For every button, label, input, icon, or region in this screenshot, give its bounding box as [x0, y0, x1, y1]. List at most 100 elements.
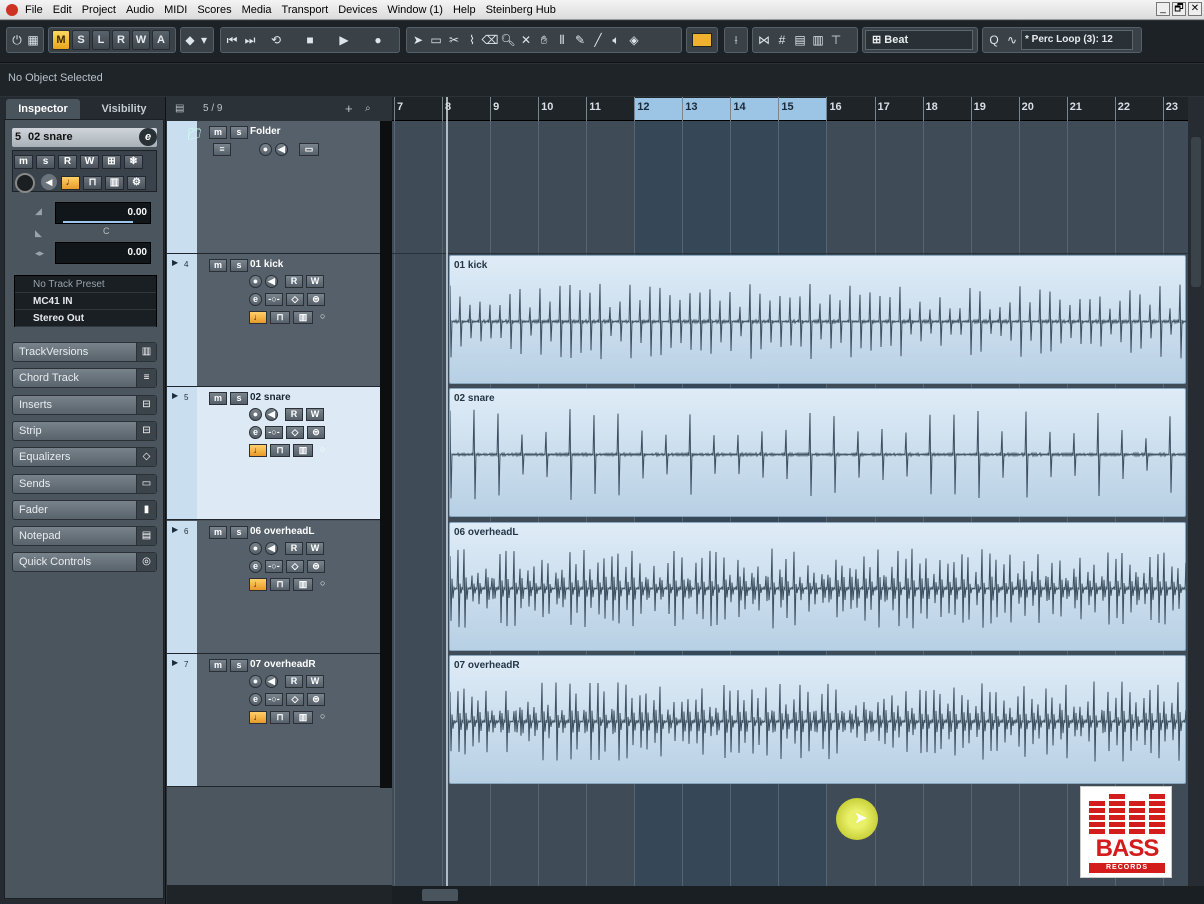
lock-icon[interactable]: ⊓: [83, 176, 102, 190]
track-read-button[interactable]: R: [285, 675, 303, 688]
track-mute-button[interactable]: m: [209, 659, 227, 672]
go-to-start-icon[interactable]: ⏮: [223, 30, 241, 50]
inspector-section-chord-track[interactable]: Chord Track ≡: [12, 368, 157, 389]
track-write-button[interactable]: W: [306, 542, 324, 555]
global-mute-button[interactable]: M: [52, 30, 70, 50]
automation-mode-icon[interactable]: ◆: [183, 30, 197, 50]
inspector-section-equalizers[interactable]: Equalizers ◇: [12, 447, 157, 468]
erase-tool-icon[interactable]: ⌫: [481, 30, 499, 50]
folder-track[interactable]: 📁︎ m s Folder ≡ ● ◀ ▭: [167, 121, 380, 254]
track-solo-button[interactable]: s: [230, 659, 248, 672]
global-a-button[interactable]: A: [152, 30, 170, 50]
menu-item-media[interactable]: Media: [237, 0, 277, 20]
menu-item-transport[interactable]: Transport: [277, 0, 334, 20]
monitor-icon[interactable]: ◀: [265, 275, 278, 288]
edit-channel-icon[interactable]: e: [249, 693, 262, 706]
edit-channel-icon[interactable]: e: [249, 426, 262, 439]
record-enable-icon[interactable]: ●: [249, 542, 262, 555]
minimize-button[interactable]: _: [1156, 2, 1170, 16]
play-icon[interactable]: ▶: [327, 30, 361, 50]
monitor-icon[interactable]: ◀: [265, 408, 278, 421]
send-bypass-icon[interactable]: ⊜: [307, 693, 325, 706]
track-solo-button[interactable]: s: [230, 126, 248, 139]
global-listen-button[interactable]: L: [92, 30, 110, 50]
track-mute-button[interactable]: m: [209, 526, 227, 539]
eq-bypass-icon[interactable]: ◇: [286, 560, 304, 573]
send-bypass-icon[interactable]: ⊜: [307, 560, 325, 573]
horizontal-scroll-thumb[interactable]: [422, 889, 458, 901]
audio-event[interactable]: 06 overheadL: [449, 522, 1187, 651]
record-enable-icon[interactable]: ●: [259, 143, 272, 156]
snap-grid-icon[interactable]: #: [773, 30, 791, 50]
inspector-track-name[interactable]: 5 02 snare: [12, 128, 157, 147]
track-name[interactable]: 02 snare: [250, 392, 291, 403]
menu-item-file[interactable]: File: [20, 0, 48, 20]
lane-display-icon[interactable]: ▥: [293, 578, 313, 591]
track-color-swatch[interactable]: [692, 33, 712, 47]
lane-display-icon[interactable]: ▥: [293, 311, 313, 324]
global-write-button[interactable]: W: [132, 30, 150, 50]
edit-channel-icon[interactable]: e: [249, 560, 262, 573]
track-solo-button[interactable]: s: [230, 259, 248, 272]
project-cursor[interactable]: [446, 97, 448, 886]
cycle-icon[interactable]: ⟲: [259, 30, 293, 50]
edit-channel-icon[interactable]: e: [139, 128, 157, 146]
track-write-button[interactable]: W: [306, 275, 324, 288]
track-solo-button[interactable]: s: [230, 526, 248, 539]
audio-event[interactable]: 02 snare: [449, 388, 1187, 517]
timebase-icon[interactable]: ♩: [249, 311, 267, 324]
timebase-icon[interactable]: ♩: [249, 578, 267, 591]
lane-display-icon[interactable]: ▥: [105, 176, 124, 190]
section-toggle-icon[interactable]: ⊟: [136, 395, 156, 414]
inspector-section-trackversions[interactable]: TrackVersions ▥: [12, 342, 157, 362]
track-mute-button[interactable]: m: [209, 126, 227, 139]
global-read-button[interactable]: R: [112, 30, 130, 50]
inspector-lanes-icon[interactable]: ⊞: [102, 155, 121, 169]
inspector-read-button[interactable]: R: [58, 155, 77, 169]
grid-type-dropdown[interactable]: ⊞ Beat: [865, 30, 973, 50]
track-color-strip[interactable]: [167, 521, 197, 653]
audio-track[interactable]: ▶ 7 m s 07 overheadR ● ◀ R We -○- ◇ ⊜ ♩ ⊓ ▥ ○: [167, 654, 380, 787]
inspector-section-quick-controls[interactable]: Quick Controls ◎: [12, 552, 157, 573]
iterative-quantize-icon[interactable]: ∿: [1003, 30, 1021, 50]
snap-mode-icon[interactable]: ⋈: [755, 30, 773, 50]
inspector-mute-button[interactable]: m: [14, 155, 33, 169]
track-name[interactable]: 01 kick: [250, 259, 283, 270]
vertical-scroll-thumb[interactable]: [1191, 137, 1201, 287]
track-read-button[interactable]: R: [285, 408, 303, 421]
audio-event[interactable]: 07 overheadR: [449, 655, 1187, 784]
menu-item-edit[interactable]: Edit: [48, 0, 77, 20]
section-toggle-icon[interactable]: ⊟: [136, 421, 156, 440]
track-solo-button[interactable]: s: [230, 392, 248, 405]
track-color-strip[interactable]: [167, 654, 197, 786]
range-selection-tool-icon[interactable]: ▭: [427, 30, 445, 50]
auto-scroll-icon[interactable]: ⟊: [727, 30, 745, 50]
track-name[interactable]: 07 overheadR: [250, 659, 316, 670]
close-button[interactable]: ✕: [1188, 2, 1202, 16]
menu-item-project[interactable]: Project: [77, 0, 121, 20]
snap-events-icon[interactable]: ▤: [791, 30, 809, 50]
output-routing[interactable]: Stereo Out: [15, 310, 156, 327]
expand-track-icon[interactable]: ▶: [172, 258, 178, 267]
insert-bypass-icon[interactable]: -○-: [265, 293, 283, 306]
track-mute-button[interactable]: m: [209, 392, 227, 405]
track-read-button[interactable]: R: [285, 275, 303, 288]
track-read-button[interactable]: R: [285, 542, 303, 555]
hand-tool-icon[interactable]: ✋︎: [535, 30, 553, 50]
inspector-section-sends[interactable]: Sends ▭: [12, 473, 157, 494]
timebase-icon[interactable]: ♩: [249, 444, 267, 457]
eq-bypass-icon[interactable]: ◇: [286, 693, 304, 706]
input-routing[interactable]: MC41 IN: [15, 293, 156, 310]
track-color-strip[interactable]: [167, 254, 197, 386]
track-preset-selector[interactable]: No Track Preset: [15, 276, 156, 293]
menu-item-devices[interactable]: Devices: [333, 0, 382, 20]
track-color-strip[interactable]: [167, 387, 197, 519]
section-toggle-icon[interactable]: ▮: [136, 500, 156, 519]
eq-bypass-icon[interactable]: ◇: [286, 426, 304, 439]
lock-icon[interactable]: ⊓: [270, 578, 290, 591]
mute-tool-icon[interactable]: ✕: [517, 30, 535, 50]
line-tool-icon[interactable]: ╱: [589, 30, 607, 50]
color-tool-icon[interactable]: ◈: [625, 30, 643, 50]
eq-bypass-icon[interactable]: ◇: [286, 293, 304, 306]
lock-icon[interactable]: ⊓: [270, 711, 290, 724]
